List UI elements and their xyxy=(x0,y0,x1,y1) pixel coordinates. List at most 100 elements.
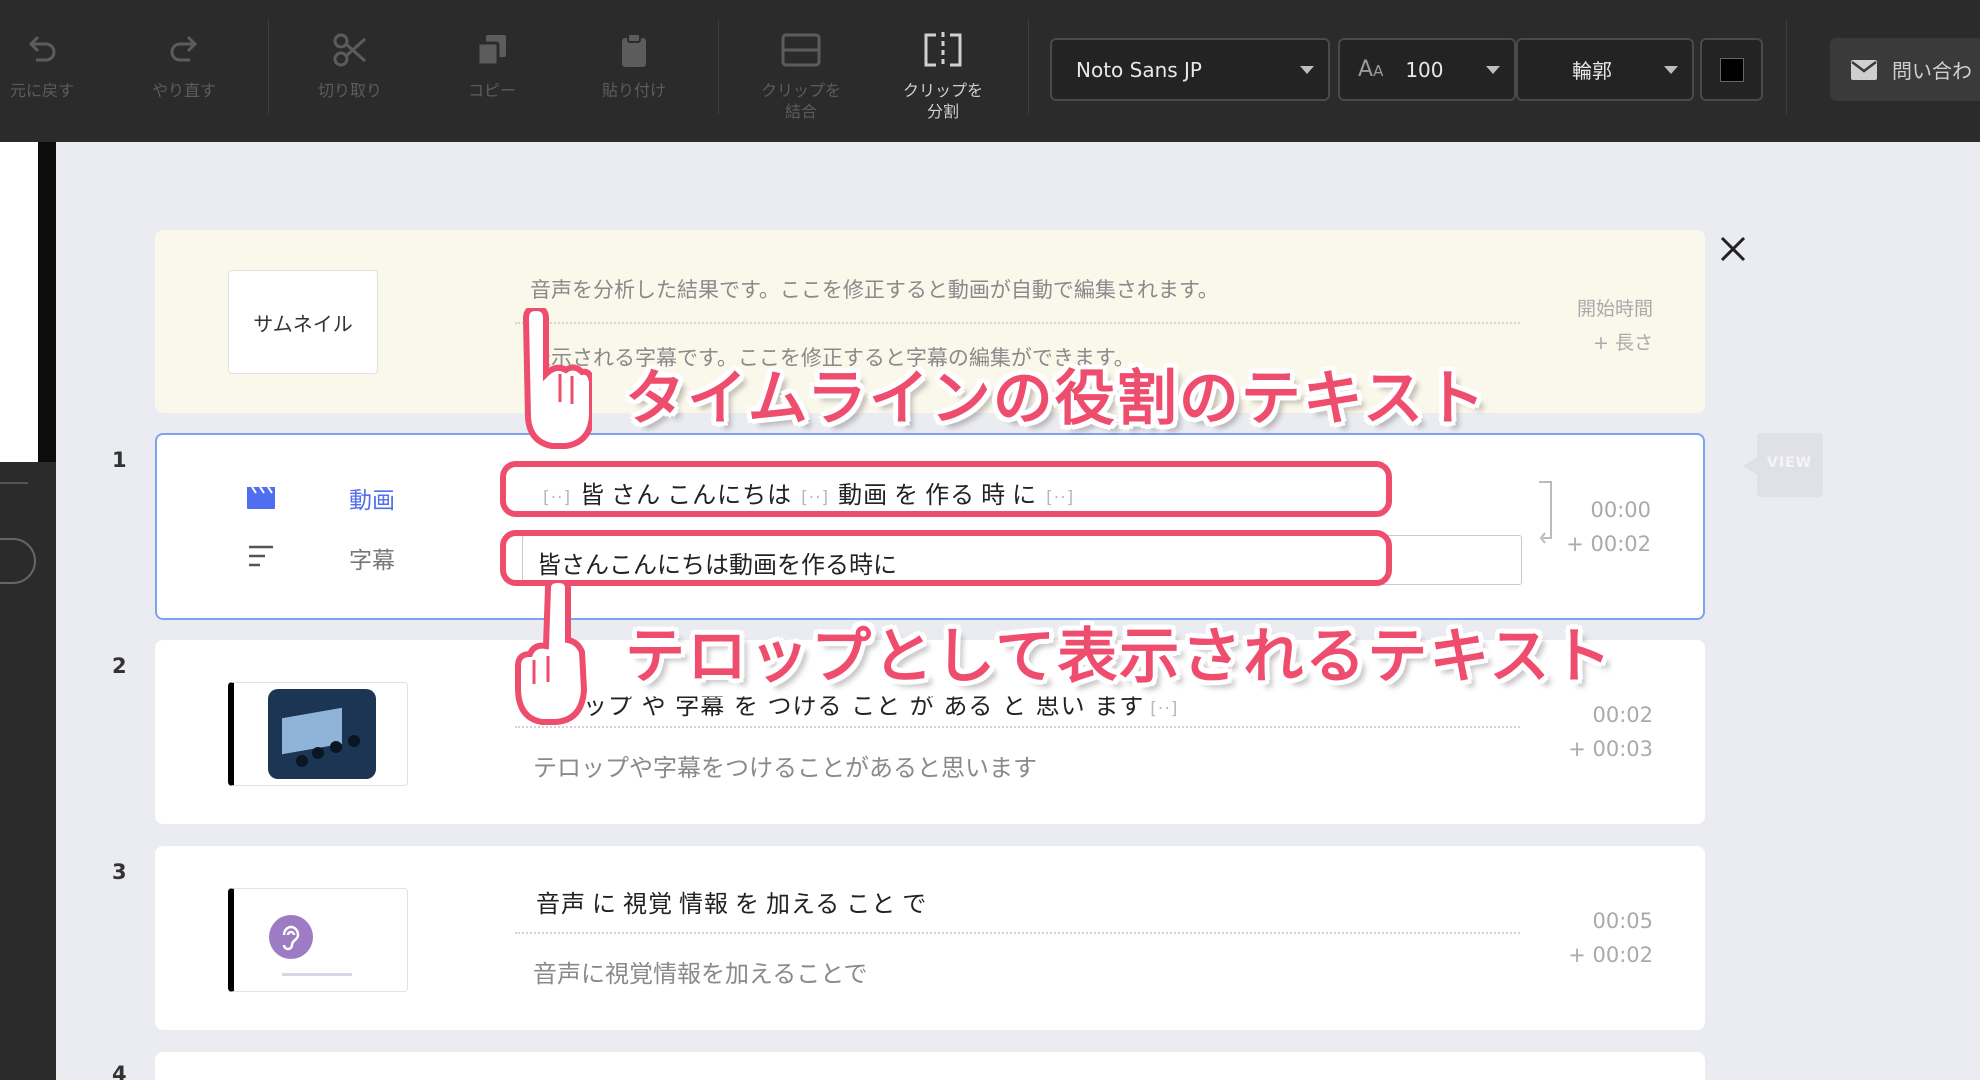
chevron-down-icon xyxy=(1486,66,1500,74)
dotted-divider xyxy=(515,726,1520,728)
split-clip-label: クリップを 分割 xyxy=(902,81,983,121)
color-picker-button[interactable] xyxy=(1700,38,1763,101)
subtitle-label: 字幕 xyxy=(349,548,395,574)
word-token[interactable]: 音声 xyxy=(536,890,586,918)
word-token[interactable]: こと xyxy=(846,890,896,918)
copy-icon xyxy=(473,28,511,72)
toolbar-divider xyxy=(268,20,269,114)
chevron-down-icon xyxy=(1664,66,1678,74)
undo-button[interactable]: 元に戻す xyxy=(0,0,84,142)
clapperboard-icon xyxy=(247,486,275,513)
merge-icon xyxy=(780,28,822,72)
toolbar-divider xyxy=(718,20,719,114)
copy-label: コピー xyxy=(467,81,516,100)
mail-icon xyxy=(1850,59,1878,81)
sidebar-divider xyxy=(0,482,28,484)
pointing-hand-icon xyxy=(512,576,592,734)
redo-icon xyxy=(166,28,202,72)
clip-thumbnail[interactable] xyxy=(228,682,408,786)
cut-button[interactable]: 切り取り xyxy=(300,0,400,142)
redo-label: やり直す xyxy=(151,81,216,100)
row-number: 2 xyxy=(112,654,127,678)
clip-length: + 00:02 xyxy=(1568,943,1653,967)
split-icon xyxy=(922,28,964,72)
thumbnail-label: サムネイル xyxy=(253,311,353,336)
subtitle-text-callout xyxy=(500,530,1392,586)
close-icon[interactable] xyxy=(1716,232,1750,266)
subtitle-text[interactable]: 音声に視覚情報を加えることで xyxy=(533,954,868,989)
timeline-role-annotation: タイムラインの役割のテキスト xyxy=(625,364,1487,434)
clip-thumbnail[interactable] xyxy=(228,888,408,992)
copy-button[interactable]: コピー xyxy=(442,0,542,142)
row-number: 3 xyxy=(112,860,127,884)
sidebar-toggle[interactable] xyxy=(0,538,36,584)
thumbnail-button[interactable]: サムネイル xyxy=(228,270,378,374)
start-time: 00:05 xyxy=(1592,909,1653,933)
clip-length: + 00:03 xyxy=(1568,737,1653,761)
row-number: 4 xyxy=(112,1062,127,1080)
subtitle-text[interactable]: テロップや字幕をつけることがあると思います xyxy=(533,748,1037,783)
word-token[interactable]: に xyxy=(592,890,617,918)
ear-icon xyxy=(269,915,313,959)
merge-clip-button[interactable]: クリップを 結合 xyxy=(745,0,857,142)
pointing-hand-icon xyxy=(512,304,595,462)
contact-button[interactable]: 問い合わ xyxy=(1830,38,1980,101)
text-lines-icon xyxy=(249,545,277,571)
view-badge-label: VIEW xyxy=(1767,455,1813,471)
cut-label: 切り取り xyxy=(317,81,382,100)
outline-select[interactable]: 輪郭 xyxy=(1516,38,1694,101)
toolbar-divider xyxy=(1028,20,1029,114)
start-time: 00:02 xyxy=(1592,703,1653,727)
dotted-divider xyxy=(515,322,1520,324)
word-token[interactable]: で xyxy=(902,890,927,918)
clip-row-4[interactable] xyxy=(155,1052,1705,1080)
view-badge[interactable]: VIEW xyxy=(1743,433,1823,497)
word-token[interactable]: テロップ や 字幕 を つける こと が ある と 思い ます xyxy=(533,697,1144,721)
word-token[interactable]: 加える xyxy=(766,890,840,918)
undo-label: 元に戻す xyxy=(9,81,74,100)
left-sidebar xyxy=(0,142,56,1080)
paste-label: 貼り付け xyxy=(601,81,666,100)
pause-token[interactable]: [··] xyxy=(1150,699,1178,719)
subtitle-display-annotation: テロップとして表示されるテキスト xyxy=(625,622,1614,692)
view-badge-pointer xyxy=(1743,457,1757,475)
time-info: 00:02 + 00:03 xyxy=(1568,698,1653,766)
length-label: + 長さ xyxy=(1593,332,1653,354)
merge-clip-label: クリップを 結合 xyxy=(760,81,841,121)
link-bracket-icon xyxy=(1537,480,1559,550)
thumbnail-illustration xyxy=(268,689,376,779)
time-info: 00:05 + 00:02 xyxy=(1568,904,1653,972)
paste-button[interactable]: 貼り付け xyxy=(584,0,684,142)
clipboard-icon xyxy=(615,28,653,72)
chevron-down-icon xyxy=(1300,66,1314,74)
font-size-icon: AA xyxy=(1358,57,1384,82)
undo-icon xyxy=(24,28,60,72)
time-header: 開始時間 + 長さ xyxy=(1577,292,1653,360)
color-swatch-icon xyxy=(1719,57,1744,82)
toolbar-divider xyxy=(1786,20,1787,114)
font-family-select[interactable]: Noto Sans JP xyxy=(1050,38,1330,101)
thumbnail-caption-line xyxy=(282,973,352,976)
timeline-text-callout xyxy=(500,461,1392,517)
scissors-icon xyxy=(331,28,369,72)
dotted-divider xyxy=(515,932,1520,934)
font-size-select[interactable]: AA 100 xyxy=(1338,38,1516,101)
analysis-description: 音声を分析した結果です。ここを修正すると動画が自動で編集されます。 xyxy=(530,278,1219,302)
start-time: 00:00 xyxy=(1590,498,1651,522)
word-token[interactable]: を xyxy=(735,890,760,918)
preview-panel xyxy=(0,142,38,462)
toolbar: 元に戻す やり直す 切り取り コピー 貼り付け クリップを 結合 クリップを 分… xyxy=(0,0,1980,142)
split-clip-button[interactable]: クリップを 分割 xyxy=(887,0,999,142)
word-token[interactable]: 情報 xyxy=(679,890,729,918)
preview-edge xyxy=(38,142,56,462)
contact-label: 問い合わ xyxy=(1892,59,1972,83)
font-size-value: 100 xyxy=(1405,57,1444,82)
word-tokens[interactable]: 音声に視覚 情報を加える ことで xyxy=(533,884,930,919)
time-info: 00:00 + 00:02 xyxy=(1566,493,1651,561)
start-time-label: 開始時間 xyxy=(1576,298,1653,320)
word-token[interactable]: 視覚 xyxy=(623,890,673,918)
font-family-value: Noto Sans JP xyxy=(1076,57,1202,82)
clip-length: + 00:02 xyxy=(1566,532,1651,556)
redo-button[interactable]: やり直す xyxy=(134,0,234,142)
clip-row-3[interactable]: 音声に視覚 情報を加える ことで 音声に視覚情報を加えることで 00:05 + 00… xyxy=(155,846,1705,1030)
